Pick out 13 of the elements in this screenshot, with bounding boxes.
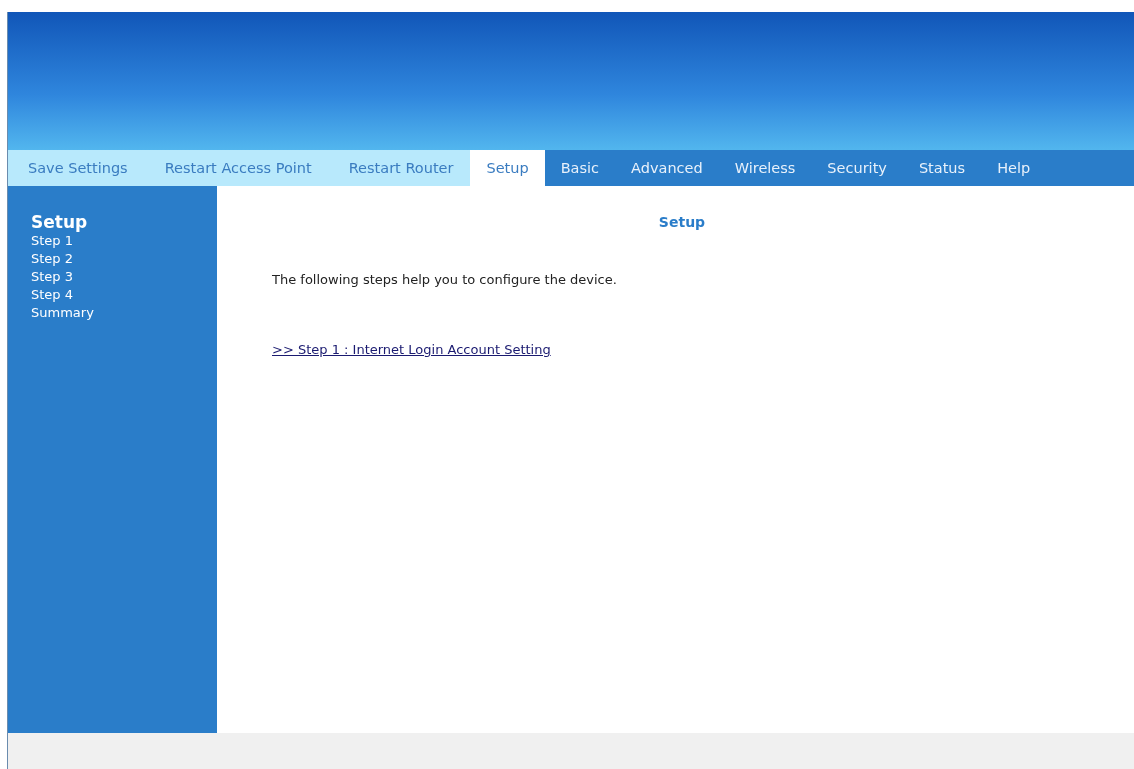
page-title: Setup [658,214,706,230]
sidebar-title: Setup [31,212,89,232]
step-link[interactable]: >> Step 1 : Internet Login Account Setting [272,342,551,357]
sidebar-link[interactable]: Step 2 [31,250,217,268]
sidebar-link[interactable]: Step 4 [31,286,217,304]
sidebar-link[interactable]: Step 1 [31,232,217,250]
nav-tab[interactable]: Setup [470,150,545,186]
nav-tab[interactable]: Save Settings [8,150,145,186]
sidebar-link[interactable]: Summary [31,304,217,322]
intro-text: The following steps help you to configure the device. [272,272,618,287]
nav-tab[interactable]: Restart Access Point [144,150,329,186]
sidebar-link[interactable]: Step 3 [31,268,217,286]
nav-tab[interactable]: Restart Router [328,150,471,186]
